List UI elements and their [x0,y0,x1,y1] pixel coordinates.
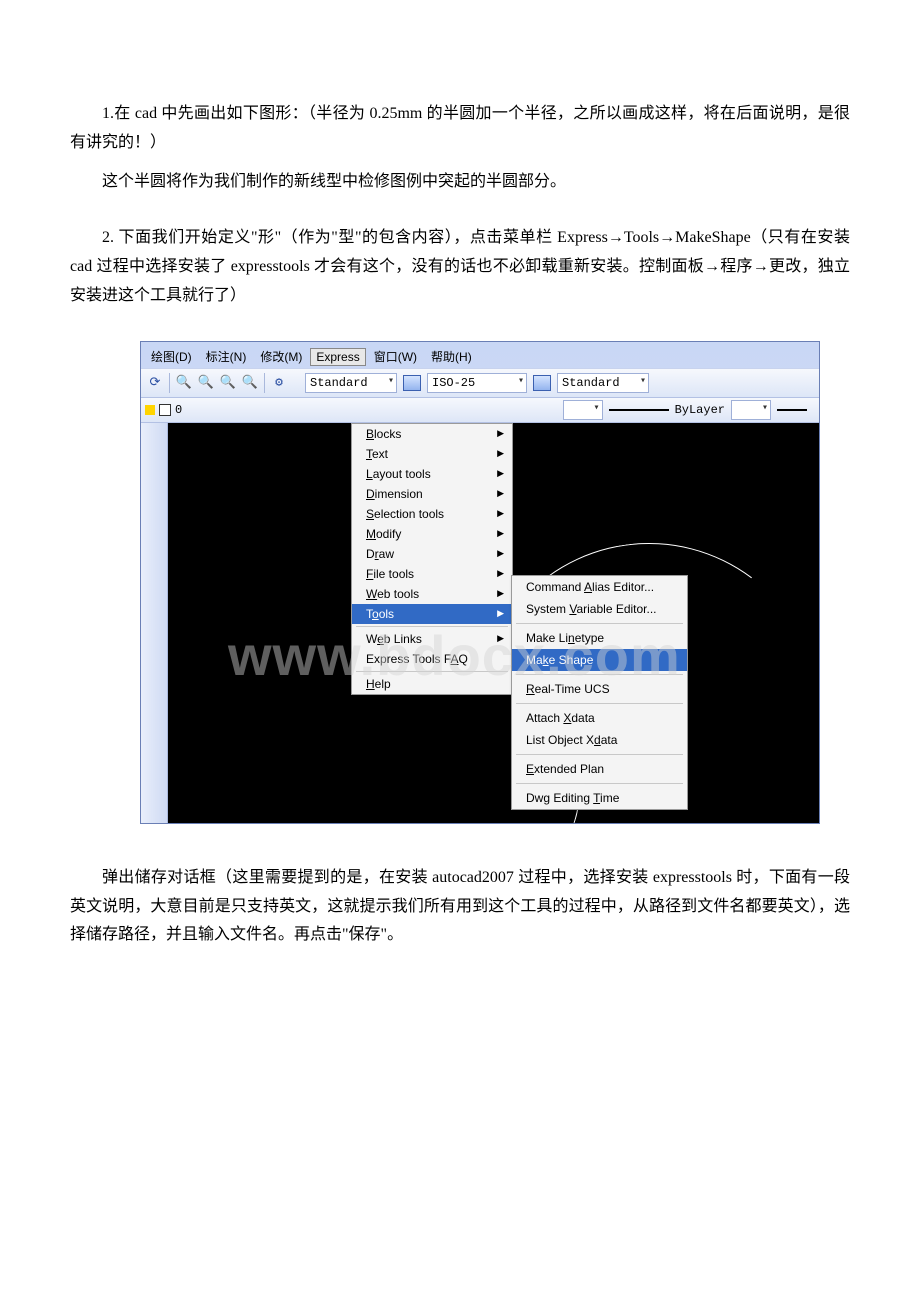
properties-icon[interactable]: ⚙ [269,373,289,393]
menu-layout-tools[interactable]: Layout tools▶ [352,464,512,484]
dimstyle-icon[interactable] [403,375,421,391]
menubar: 绘图(D) 标注(N) 修改(M) Express 窗口(W) 帮助(H) [141,346,819,368]
paragraph-3: 2. 下面我们开始定义"形"（作为"型"的包含内容），点击菜单栏 Express… [70,224,850,310]
color-combo[interactable] [563,400,603,420]
submenu-make-linetype[interactable]: Make Linetype [512,627,687,649]
menu-separator [356,671,508,672]
tablestyle-combo[interactable]: Standard [557,373,649,393]
linetype-preview [609,409,669,411]
separator [169,373,170,393]
submenu-extended-plan[interactable]: Extended Plan [512,758,687,780]
textstyle-combo[interactable]: Standard [305,373,397,393]
submenu-separator [516,623,683,624]
menu-blocks[interactable]: Blocks▶ [352,424,512,444]
submenu-command-alias[interactable]: Command Alias Editor... [512,576,687,598]
submenu-sysvar-editor[interactable]: System Variable Editor... [512,598,687,620]
left-toolbar[interactable] [141,423,168,823]
menu-web-links[interactable]: Web Links▶ [352,629,512,649]
zoom-extents-icon[interactable]: 🔍 [218,373,238,393]
top-toolstrip: ⟳ 🔍 🔍 🔍 🔍 ⚙ Standard ISO-25 Standard [141,368,819,398]
menu-tools[interactable]: Tools▶ [352,604,512,624]
menu-text[interactable]: Text▶ [352,444,512,464]
linetype-combo[interactable] [731,400,771,420]
submenu-list-xdata[interactable]: List Object Xdata [512,729,687,751]
lineweight-preview [777,409,807,411]
drawing-area[interactable]: Blocks▶ Text▶ Layout tools▶ Dimension▶ S… [141,423,819,823]
menu-help[interactable]: 帮助(H) [425,346,478,367]
submenu-realtime-ucs[interactable]: Real-Time UCS [512,678,687,700]
menu-dimension[interactable]: 标注(N) [200,346,253,367]
menu-modify-sub[interactable]: Modify▶ [352,524,512,544]
submenu-separator [516,783,683,784]
submenu-dwg-editing-time[interactable]: Dwg Editing Time [512,787,687,809]
dimstyle-combo[interactable]: ISO-25 [427,373,527,393]
menu-draw[interactable]: 绘图(D) [145,346,198,367]
zoom-realtime-icon[interactable]: ⟳ [145,373,165,393]
menu-window[interactable]: 窗口(W) [368,346,423,367]
paragraph-1: 1.在 cad 中先画出如下图形：（半径为 0.25mm 的半圆加一个半径，之所… [70,100,850,158]
menu-draw-sub[interactable]: Draw▶ [352,544,512,564]
tools-submenu: Command Alias Editor... System Variable … [511,575,688,810]
linetype-label: ByLayer [675,403,725,417]
menu-faq[interactable]: Express Tools FAQ [352,649,512,669]
submenu-separator [516,754,683,755]
submenu-separator [516,674,683,675]
zoom-in-icon[interactable]: 🔍 [196,373,216,393]
tablestyle-icon[interactable] [533,375,551,391]
submenu-attach-xdata[interactable]: Attach Xdata [512,707,687,729]
menu-express[interactable]: Express [310,348,365,366]
menu-file-tools[interactable]: File tools▶ [352,564,512,584]
zoom-previous-icon[interactable]: 🔍 [240,373,260,393]
cad-screenshot: 绘图(D) 标注(N) 修改(M) Express 窗口(W) 帮助(H) ⟳ … [140,341,820,824]
layer-name: 0 [175,403,182,417]
layer-toolstrip: 0 ByLayer [141,398,819,423]
zoom-window-icon[interactable]: 🔍 [174,373,194,393]
paragraph-4: 弹出储存对话框（这里需要提到的是，在安装 autocad2007 过程中，选择安… [70,864,850,950]
menu-selection-tools[interactable]: Selection tools▶ [352,504,512,524]
menu-modify[interactable]: 修改(M) [254,346,308,367]
menu-help-sub[interactable]: Help [352,674,512,694]
submenu-separator [516,703,683,704]
menu-separator [356,626,508,627]
layer-light-icon[interactable] [145,405,155,415]
express-dropdown: Blocks▶ Text▶ Layout tools▶ Dimension▶ S… [351,423,513,695]
menu-web-tools[interactable]: Web tools▶ [352,584,512,604]
paragraph-2: 这个半圆将作为我们制作的新线型中检修图例中突起的半圆部分。 [70,168,850,197]
separator [264,373,265,393]
submenu-make-shape[interactable]: Make Shape [512,649,687,671]
layer-color-swatch[interactable] [159,404,171,416]
menu-dimension-sub[interactable]: Dimension▶ [352,484,512,504]
